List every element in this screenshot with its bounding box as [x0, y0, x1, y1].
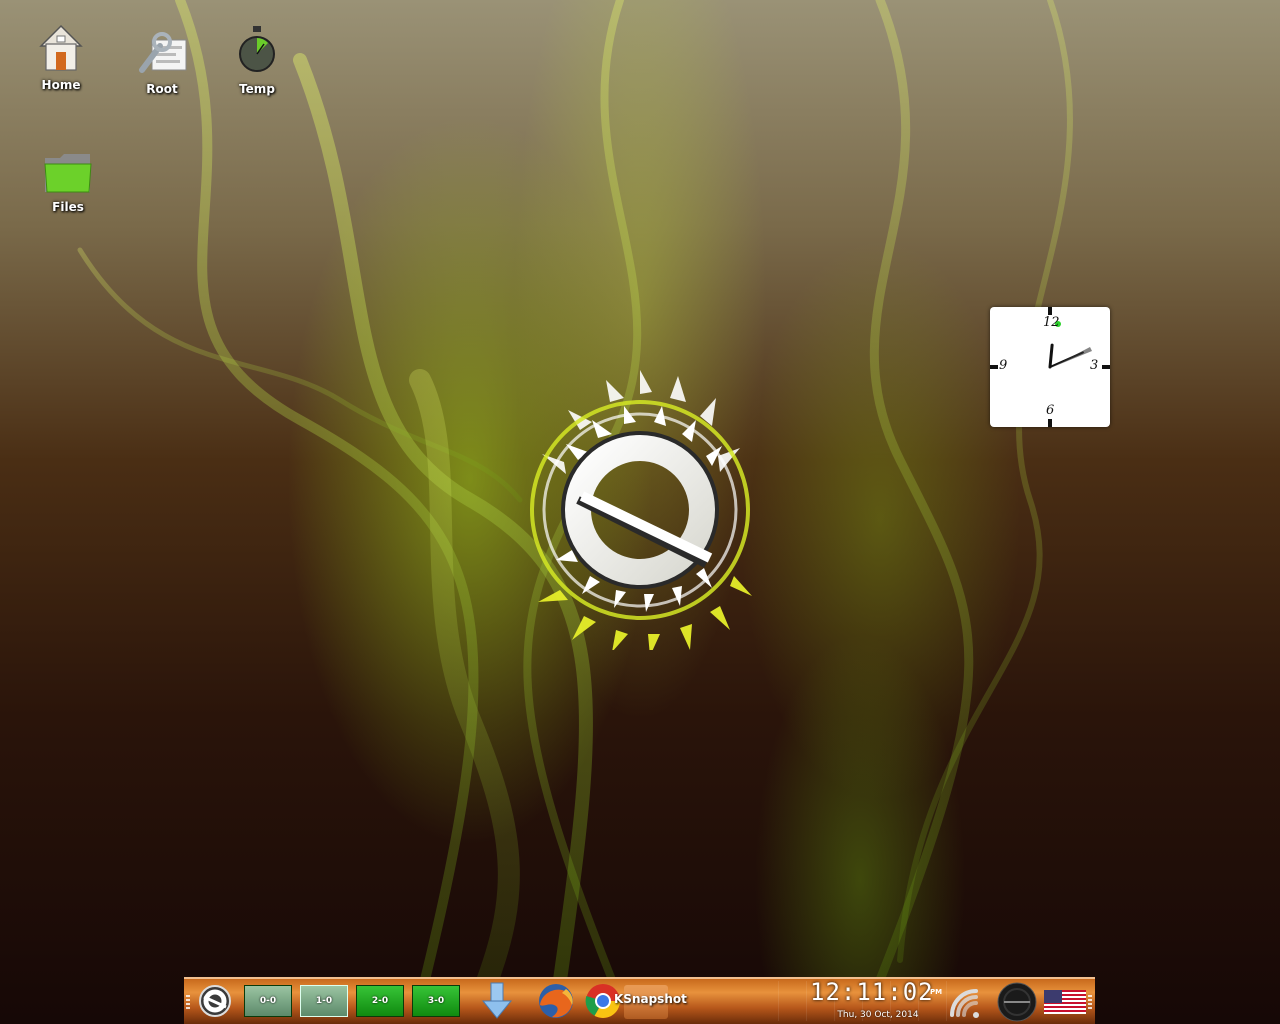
desktop-icon-temp[interactable]: Temp [217, 24, 297, 96]
pager-desk-3-0[interactable]: 3-0 [412, 985, 460, 1017]
pager-desk-0-0[interactable]: 0-0 [244, 985, 292, 1017]
clock-number-6: 6 [1046, 403, 1055, 418]
shelf-clock-time[interactable]: 12:11:02 [810, 978, 933, 1006]
pager-desk-2-0[interactable]: 2-0 [356, 985, 404, 1017]
stopwatch-icon [239, 26, 275, 72]
clock-hour-hand [1048, 343, 1054, 369]
pager-desk-label: 1-0 [315, 996, 333, 1006]
desktop[interactable]: Home Root Temp Files 12 3 6 9 0-0 1-0 2-… [0, 0, 1280, 1024]
pager-desk-label: 0-0 [259, 996, 277, 1006]
firefox-icon[interactable] [536, 981, 576, 1021]
shelf-clock-ampm: PM [930, 988, 943, 996]
desktop-icon-files[interactable]: Files [28, 150, 108, 214]
pager-desk-label: 2-0 [371, 996, 389, 1006]
shelf-right-grip[interactable] [1088, 995, 1092, 1009]
home-icon [39, 24, 83, 71]
pager-desk-label: 3-0 [427, 996, 445, 1006]
us-flag-icon[interactable] [1044, 990, 1086, 1014]
desktop-icon-label: Home [41, 78, 81, 92]
desktop-clock-widget[interactable]: 12 3 6 9 [990, 307, 1110, 427]
shelf-left-grip[interactable] [186, 995, 190, 1009]
clock-number-9: 9 [999, 358, 1008, 373]
mixer-icon[interactable] [996, 981, 1038, 1023]
folder-icon [44, 154, 92, 193]
desktop-icon-label: Root [146, 82, 178, 96]
desktop-icon-label: Files [52, 200, 84, 214]
root-settings-icon [139, 32, 187, 73]
pager-desk-1-0[interactable]: 1-0 [300, 985, 348, 1017]
clock-number-12: 12 [1043, 315, 1060, 330]
enlightenment-logo [530, 370, 752, 650]
download-arrow-icon[interactable] [480, 981, 514, 1021]
clock-number-3: 3 [1090, 358, 1099, 373]
shelf-clock-date: Thu, 30 Oct, 2014 [837, 1010, 919, 1020]
wifi-icon[interactable] [946, 985, 986, 1019]
bottom-shelf: 0-0 1-0 2-0 3-0 KSnapshot 12:11:02 PM Th… [184, 977, 1095, 1024]
task-ksnapshot[interactable]: KSnapshot [614, 992, 687, 1006]
desktop-icon-label: Temp [239, 82, 275, 96]
desktop-icon-root[interactable]: Root [122, 26, 202, 96]
enlightenment-start-icon[interactable] [198, 983, 232, 1019]
desktop-icon-home[interactable]: Home [21, 22, 101, 92]
